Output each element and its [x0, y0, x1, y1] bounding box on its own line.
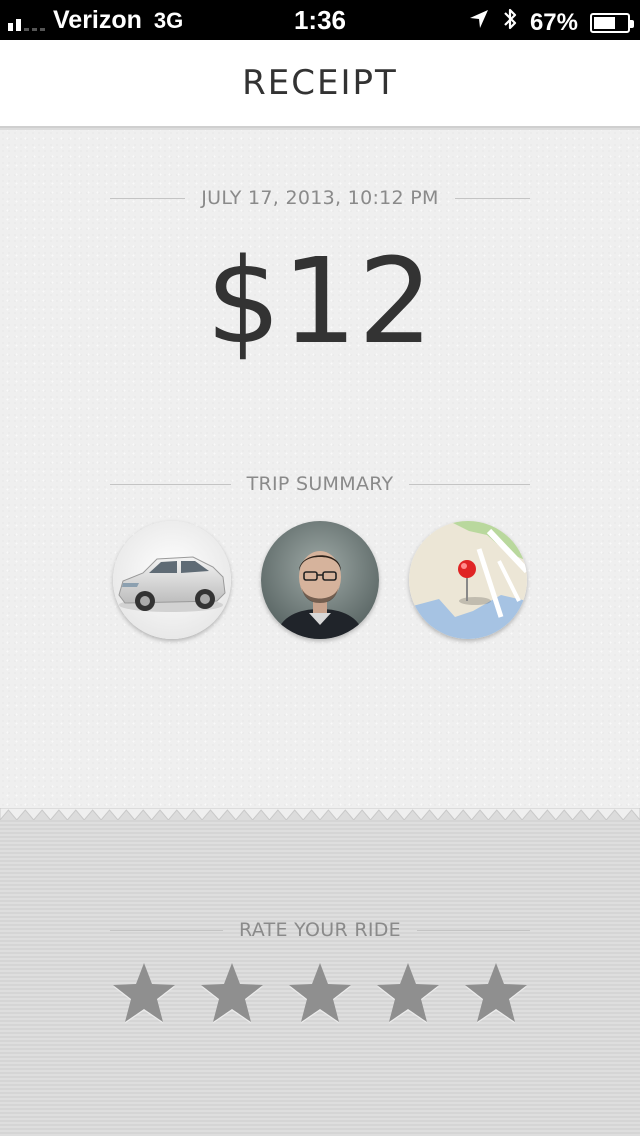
status-right: 67%: [468, 6, 634, 39]
divider: [454, 197, 531, 199]
fare-amount: $12: [205, 232, 435, 370]
battery-fill: [594, 16, 616, 29]
star-3-button[interactable]: [286, 960, 354, 1028]
receipt-date-row: JULY 17, 2013, 10:12 PM: [110, 186, 531, 210]
star-icon: [377, 963, 439, 1024]
receipt-datetime: JULY 17, 2013, 10:12 PM: [201, 187, 439, 209]
page-title: RECEIPT: [242, 63, 398, 103]
rate-ride-label: RATE YOUR RIDE: [239, 919, 401, 941]
driver-button[interactable]: [261, 521, 379, 639]
status-bar: Verizon 3G 1:36 67%: [0, 0, 640, 40]
rate-ride-header: RATE YOUR RIDE: [110, 918, 531, 942]
driver-avatar: [261, 521, 379, 639]
map-button[interactable]: [409, 521, 527, 639]
star-icon: [113, 963, 175, 1024]
divider: [110, 197, 186, 199]
star-2-button[interactable]: [198, 960, 266, 1028]
star-icon: [465, 963, 527, 1024]
star-1-button[interactable]: [110, 960, 178, 1028]
battery-icon: [590, 12, 634, 33]
divider: [416, 929, 531, 931]
bluetooth-icon: [502, 6, 518, 39]
star-icon: [289, 963, 351, 1024]
star-rating: [110, 960, 530, 1028]
vehicle-button[interactable]: [113, 521, 231, 639]
car-icon: [113, 521, 231, 639]
star-5-button[interactable]: [462, 960, 530, 1028]
nav-bar: RECEIPT: [0, 40, 640, 128]
star-icon: [201, 963, 263, 1024]
divider: [110, 929, 224, 931]
divider: [110, 483, 231, 485]
divider: [409, 483, 531, 485]
location-arrow-icon: [468, 8, 490, 37]
trip-summary-label: TRIP SUMMARY: [246, 473, 394, 495]
battery-percent: 67%: [529, 8, 578, 36]
trip-summary-header: TRIP SUMMARY: [110, 472, 531, 496]
star-4-button[interactable]: [374, 960, 442, 1028]
map-pin-icon: [409, 521, 527, 639]
